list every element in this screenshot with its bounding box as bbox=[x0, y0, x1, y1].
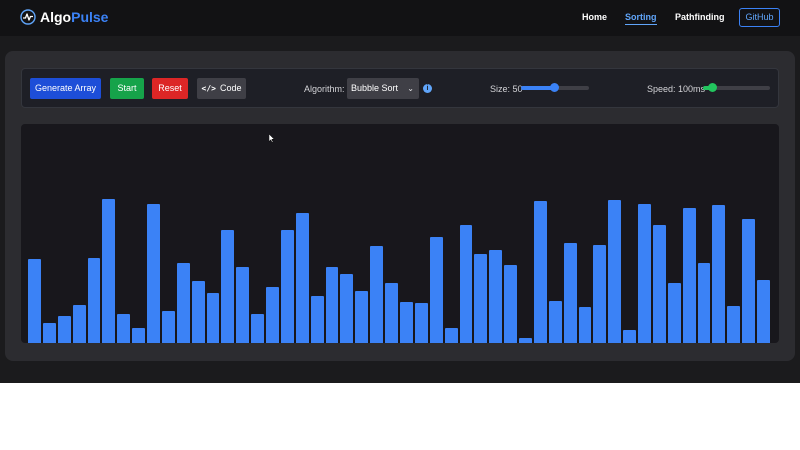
github-button[interactable]: GitHub bbox=[739, 8, 780, 27]
array-bar bbox=[325, 267, 339, 343]
code-button[interactable]: </> Code bbox=[197, 78, 246, 99]
logo[interactable]: Algo Pulse bbox=[20, 9, 108, 25]
pulse-icon bbox=[20, 9, 36, 25]
array-bar bbox=[370, 246, 384, 343]
array-bar bbox=[72, 305, 86, 343]
array-bar bbox=[117, 314, 131, 343]
array-bar bbox=[697, 263, 711, 343]
array-bar bbox=[667, 283, 681, 343]
speed-slider[interactable] bbox=[703, 83, 770, 92]
array-bar bbox=[280, 230, 294, 343]
code-icon: </> bbox=[201, 84, 216, 93]
size-slider-fill bbox=[521, 86, 553, 90]
array-bar bbox=[459, 225, 473, 343]
array-bar bbox=[563, 243, 577, 343]
array-bar bbox=[42, 323, 56, 343]
array-bar bbox=[310, 296, 324, 343]
array-bar bbox=[414, 303, 428, 343]
size-slider[interactable] bbox=[521, 83, 589, 92]
navbar: Algo Pulse Home Sorting Pathfinding GitHu… bbox=[0, 0, 800, 36]
array-bar bbox=[608, 200, 622, 343]
array-bar bbox=[474, 254, 488, 343]
array-bar bbox=[400, 302, 413, 343]
array-bar bbox=[712, 205, 726, 343]
array-bar bbox=[176, 263, 190, 343]
array-bar bbox=[533, 201, 547, 343]
array-bar bbox=[266, 287, 279, 343]
array-bar bbox=[504, 265, 518, 343]
array-bar bbox=[102, 199, 116, 343]
size-slider-thumb[interactable] bbox=[550, 83, 559, 92]
array-bar bbox=[623, 330, 637, 343]
array-bar bbox=[682, 208, 696, 343]
array-visualizer bbox=[21, 124, 779, 343]
array-bar bbox=[340, 274, 354, 343]
array-bar bbox=[578, 307, 592, 343]
array-bar bbox=[593, 245, 607, 343]
array-bar bbox=[638, 204, 651, 343]
array-bar bbox=[295, 213, 309, 343]
algorithm-select[interactable]: Bubble Sort ⌄ bbox=[347, 78, 419, 99]
array-bar bbox=[221, 230, 235, 343]
array-bar bbox=[191, 281, 205, 343]
array-bar bbox=[652, 225, 666, 343]
array-bar bbox=[727, 306, 741, 343]
logo-text: Algo bbox=[40, 9, 72, 25]
speed-label: Speed: 100ms bbox=[647, 84, 706, 94]
array-bar bbox=[132, 328, 146, 343]
array-bar bbox=[28, 259, 41, 343]
array-bar bbox=[757, 280, 770, 343]
nav-sorting-link[interactable]: Sorting bbox=[625, 12, 657, 25]
generate-array-button[interactable]: Generate Array bbox=[30, 78, 101, 99]
chevron-down-icon: ⌄ bbox=[407, 84, 414, 93]
nav-pathfinding-link[interactable]: Pathfinding bbox=[675, 12, 725, 22]
array-bar bbox=[161, 311, 175, 343]
array-bar bbox=[385, 283, 398, 343]
nav-home-link[interactable]: Home bbox=[582, 12, 607, 22]
array-bar bbox=[444, 328, 458, 343]
array-bar bbox=[206, 293, 220, 343]
array-bar bbox=[251, 314, 265, 343]
algorithm-label: Algorithm: bbox=[304, 84, 345, 94]
array-bar bbox=[429, 237, 443, 343]
array-bar bbox=[548, 301, 562, 343]
info-icon[interactable]: i bbox=[423, 84, 432, 93]
size-label: Size: 50 bbox=[490, 84, 523, 94]
array-bar bbox=[147, 204, 160, 343]
reset-button[interactable]: Reset bbox=[152, 78, 188, 99]
array-bar bbox=[57, 316, 71, 343]
array-bar bbox=[236, 267, 250, 343]
start-button[interactable]: Start bbox=[110, 78, 144, 99]
logo-accent-text: Pulse bbox=[71, 9, 109, 25]
speed-slider-thumb[interactable] bbox=[708, 83, 717, 92]
array-bar bbox=[742, 219, 756, 343]
code-button-label: Code bbox=[219, 83, 242, 93]
algorithm-select-value: Bubble Sort bbox=[351, 83, 399, 93]
array-bar bbox=[87, 258, 101, 343]
array-bar bbox=[519, 338, 532, 343]
array-bar bbox=[489, 250, 503, 343]
array-bar bbox=[355, 291, 369, 343]
